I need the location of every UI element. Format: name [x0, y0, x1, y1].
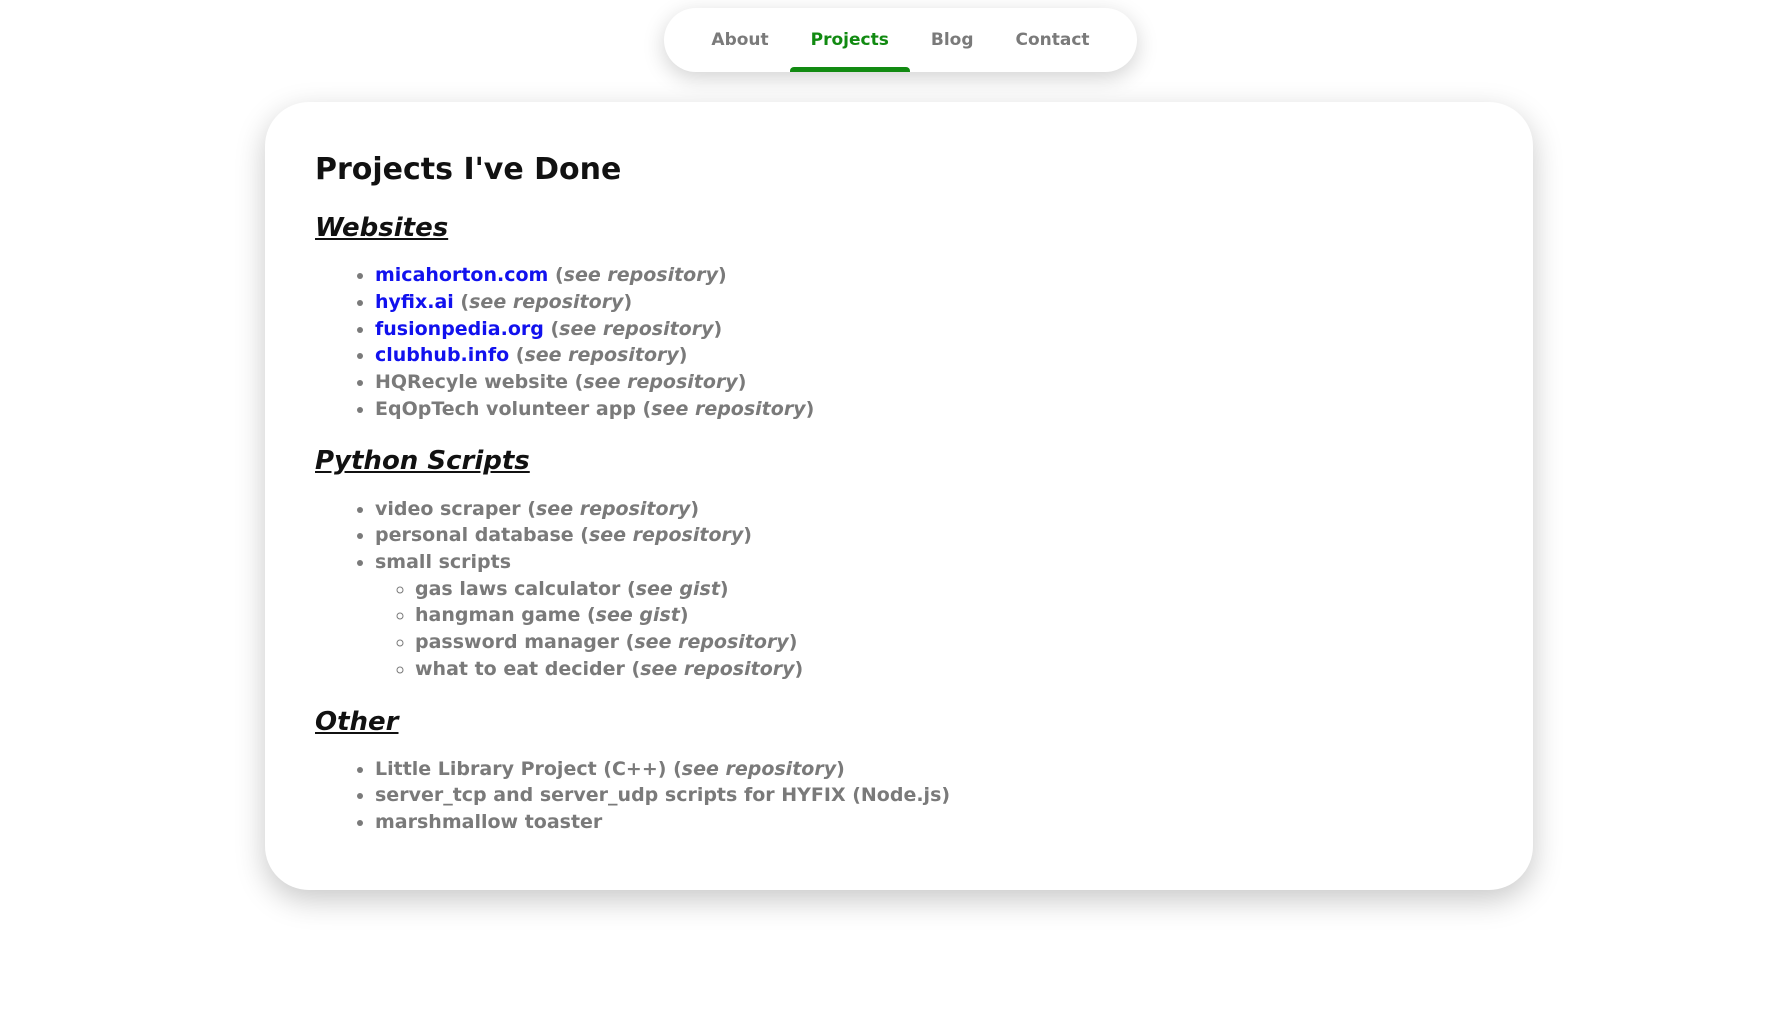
list-item: what to eat decider (see repository)	[415, 656, 1483, 683]
repository-link[interactable]: see repository	[682, 758, 836, 780]
gist-link[interactable]: see gist	[596, 604, 680, 626]
list-item: fusionpedia.org (see repository)	[375, 316, 1483, 343]
repository-link[interactable]: see repository	[564, 264, 718, 286]
list-item: video scraper (see repository)	[375, 496, 1483, 523]
list-item: EqOpTech volunteer app (see repository)	[375, 396, 1483, 423]
list-item: hyfix.ai (see repository)	[375, 289, 1483, 316]
nav-item-projects[interactable]: Projects	[789, 8, 911, 72]
websites-list: micahorton.com (see repository) hyfix.ai…	[315, 262, 1483, 422]
other-list: Little Library Project (C++) (see reposi…	[315, 756, 1483, 836]
item-text: small scripts	[375, 551, 512, 573]
small-scripts-list: gas laws calculator (see gist) hangman g…	[375, 576, 1483, 683]
list-item: hangman game (see gist)	[415, 602, 1483, 629]
repository-link[interactable]: see repository	[634, 631, 788, 653]
repository-link[interactable]: see repository	[559, 318, 713, 340]
nav-bar: About Projects Blog Contact	[664, 8, 1137, 72]
section-heading-other: Other	[315, 706, 399, 737]
repository-link[interactable]: see repository	[469, 291, 623, 313]
link-clubhub[interactable]: clubhub.info	[375, 344, 509, 366]
item-text: HQRecyle website	[375, 371, 569, 393]
section-heading-python: Python Scripts	[315, 446, 530, 477]
item-text: EqOpTech volunteer app	[375, 397, 636, 420]
page: About Projects Blog Contact Projects I'v…	[0, 0, 1792, 1035]
repository-link[interactable]: see repository	[583, 371, 737, 393]
link-hyfix[interactable]: hyfix.ai	[375, 291, 454, 313]
item-text: hangman game	[415, 604, 581, 627]
nav-item-about[interactable]: About	[690, 8, 789, 72]
item-text: gas laws calculator	[415, 577, 621, 600]
item-text: password manager	[415, 631, 620, 654]
item-text: personal database	[375, 524, 574, 547]
item-text: what to eat decider	[415, 657, 625, 680]
list-item: Little Library Project (C++) (see reposi…	[375, 756, 1483, 783]
list-item: micahorton.com (see repository)	[375, 262, 1483, 289]
projects-card: Projects I've Done Websites micahorton.c…	[265, 102, 1533, 890]
list-item: clubhub.info (see repository)	[375, 342, 1483, 369]
page-title: Projects I've Done	[315, 152, 622, 187]
nav-item-contact[interactable]: Contact	[995, 8, 1111, 72]
list-item: password manager (see repository)	[415, 629, 1483, 656]
item-text: server_tcp and server_udp scripts for HY…	[375, 784, 951, 807]
list-item: gas laws calculator (see gist)	[415, 576, 1483, 603]
link-micahorton[interactable]: micahorton.com	[375, 264, 548, 286]
list-item: marshmallow toaster	[375, 809, 1483, 836]
item-text: video scraper	[375, 497, 521, 520]
repository-link[interactable]: see repository	[640, 658, 794, 680]
repository-link[interactable]: see repository	[589, 524, 743, 546]
list-item: small scripts gas laws calculator (see g…	[375, 549, 1483, 683]
link-fusionpedia[interactable]: fusionpedia.org	[375, 318, 544, 340]
item-text: marshmallow toaster	[375, 811, 603, 834]
section-heading-websites: Websites	[315, 213, 449, 243]
list-item: server_tcp and server_udp scripts for HY…	[375, 782, 1483, 809]
list-item: HQRecyle website (see repository)	[375, 369, 1483, 396]
gist-link[interactable]: see gist	[636, 578, 720, 600]
nav-item-blog[interactable]: Blog	[910, 8, 995, 72]
repository-link[interactable]: see repository	[536, 498, 690, 520]
list-item: personal database (see repository)	[375, 522, 1483, 549]
repository-link[interactable]: see repository	[524, 344, 678, 366]
repository-link[interactable]: see repository	[651, 398, 805, 420]
python-list: video scraper (see repository) personal …	[315, 496, 1483, 683]
item-text: Little Library Project (C++)	[375, 757, 667, 780]
